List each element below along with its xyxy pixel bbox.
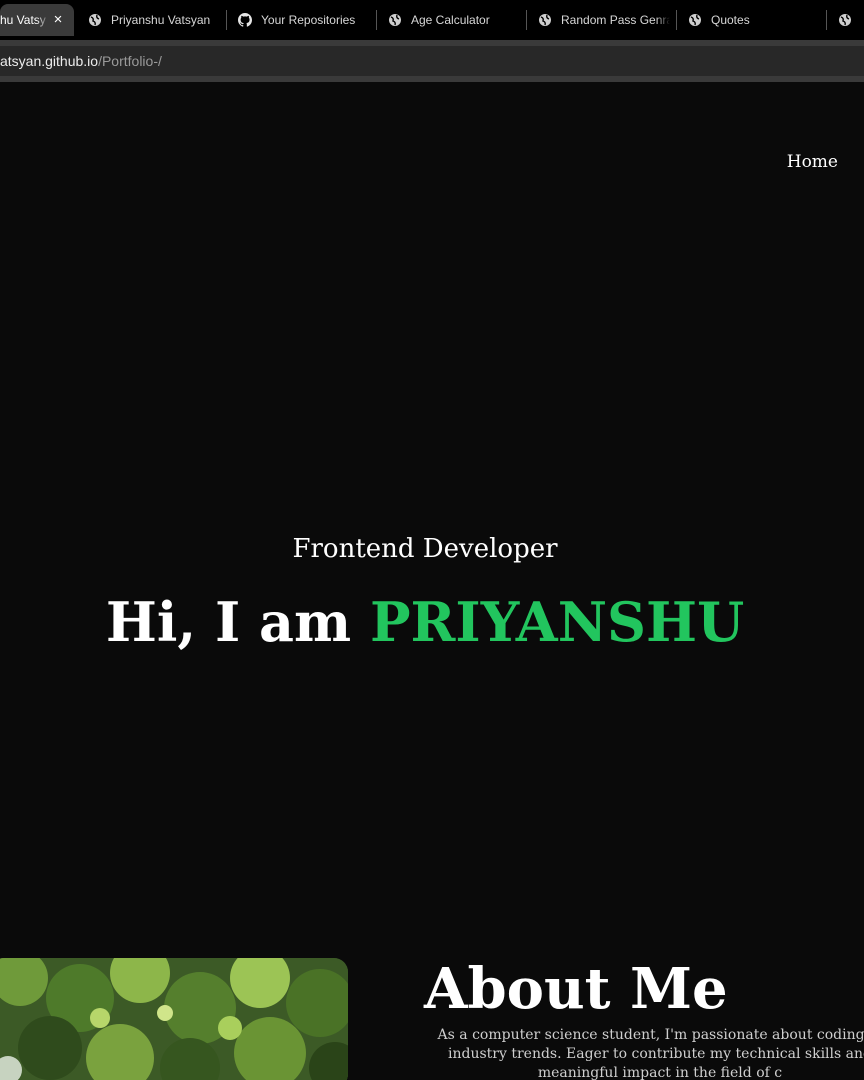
hero-greeting: Hi, I am: [105, 590, 370, 654]
tab-title: Quotes: [711, 13, 750, 27]
globe-icon: [839, 14, 851, 26]
tab-age-calculator[interactable]: Age Calculator: [388, 4, 520, 36]
hero-heading: Hi, I am PRIYANSHU: [0, 590, 850, 654]
globe-icon: [539, 14, 551, 26]
tab-divider: [376, 10, 377, 30]
nav-home-link[interactable]: Home: [787, 152, 838, 172]
portfolio-page: Home Frontend Developer Hi, I am PRIYANS…: [0, 82, 864, 1080]
hero-name: PRIYANSHU: [369, 590, 745, 654]
tab-divider: [226, 10, 227, 30]
about-description: As a computer science student, I'm passi…: [400, 1026, 864, 1080]
tab-priyanshu-vatsyan[interactable]: Priyanshu Vatsyan: [88, 4, 223, 36]
tab-partial[interactable]: [838, 4, 864, 36]
tab-divider: [676, 10, 677, 30]
tab-quotes[interactable]: Quotes: [688, 4, 820, 36]
url-path: /Portfolio-/: [98, 53, 162, 69]
foliage-image: [0, 958, 348, 1080]
tab-random-pass-generator[interactable]: Random Pass Genra: [538, 4, 670, 36]
tab-title: Your Repositories: [261, 13, 356, 27]
tab-divider: [826, 10, 827, 30]
about-heading: About Me: [424, 956, 728, 1022]
url-host: atsyan.github.io: [0, 53, 99, 69]
url-field[interactable]: atsyan.github.io/Portfolio-/: [0, 46, 864, 76]
close-tab-icon[interactable]: ×: [50, 12, 66, 28]
hero-subtitle: Frontend Developer: [292, 534, 558, 564]
globe-icon: [689, 14, 701, 26]
tab-your-repositories[interactable]: Your Repositories: [238, 4, 370, 36]
tab-title: Age Calculator: [411, 13, 490, 27]
tab-title: Random Pass Genra: [561, 13, 670, 27]
github-icon: [238, 13, 252, 27]
profile-photo: [0, 958, 348, 1080]
about-line: As a computer science student, I'm passi…: [437, 1027, 864, 1043]
globe-icon: [389, 14, 401, 26]
about-line: industry trends. Eager to contribute my …: [448, 1046, 864, 1062]
tab-strip: hu Vatsy × Priyanshu Vatsyan Your Reposi…: [0, 0, 864, 40]
tab-title: Priyanshu Vatsyan: [111, 13, 211, 27]
about-line: meaningful impact in the field of c: [537, 1065, 783, 1080]
globe-icon: [89, 14, 101, 26]
address-bar: atsyan.github.io/Portfolio-/: [0, 40, 864, 82]
tab-divider: [526, 10, 527, 30]
tab-portfolio[interactable]: hu Vatsy ×: [0, 4, 74, 36]
